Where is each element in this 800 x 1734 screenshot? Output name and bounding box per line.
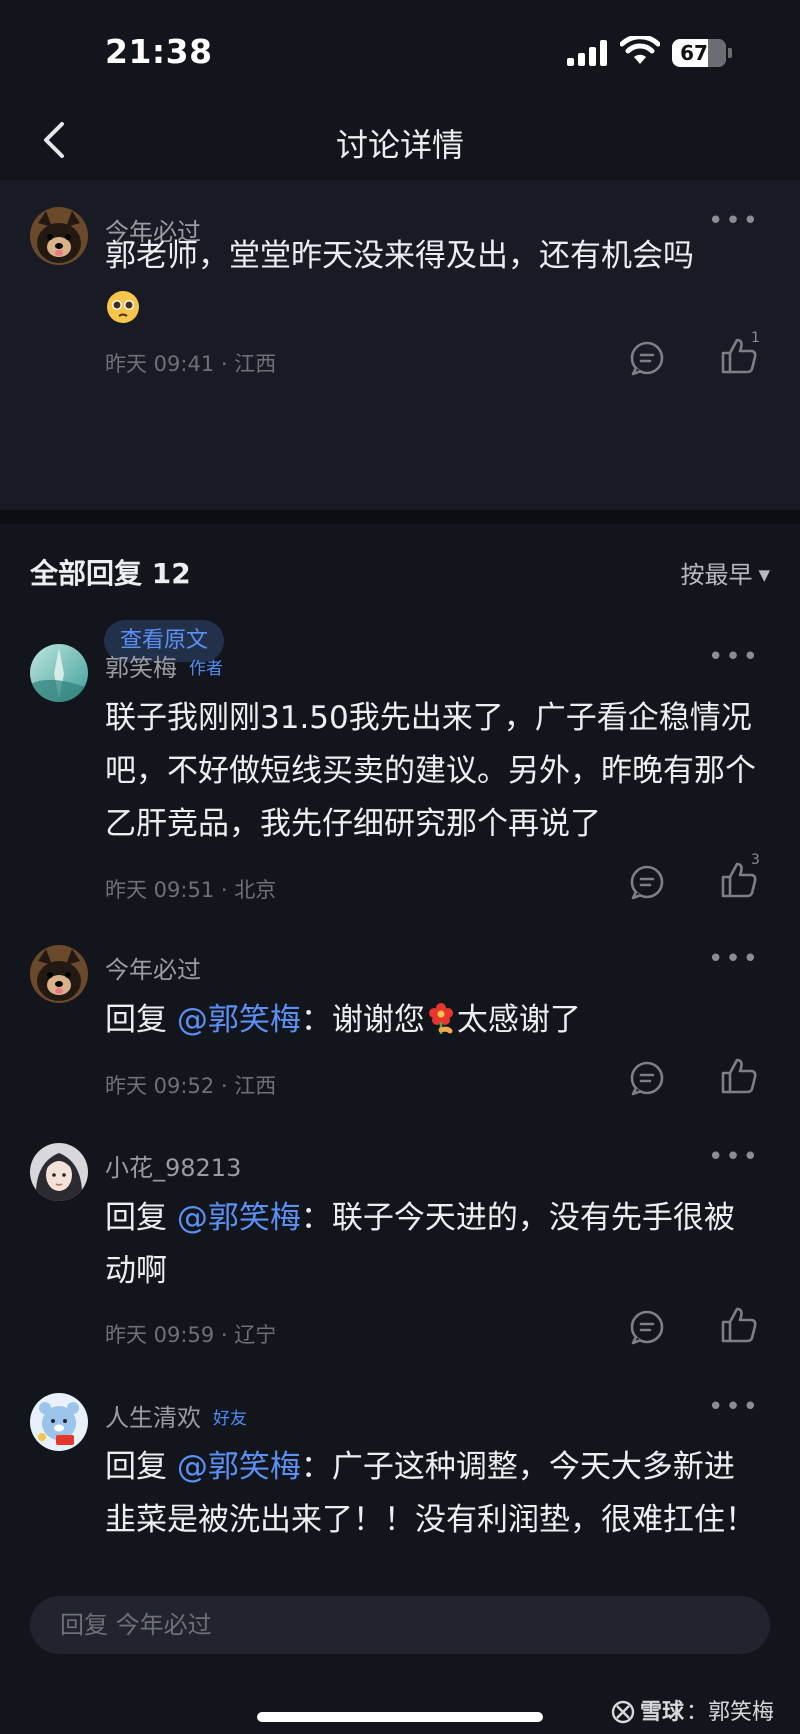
watermark: 雪球：郭笑梅: [610, 1694, 774, 1726]
avatar-cartoon-bear[interactable]: [30, 1393, 88, 1451]
reply-input[interactable]: 回复 今年必过: [30, 1596, 770, 1654]
mention-link[interactable]: @郭笑梅: [177, 1449, 301, 1485]
username[interactable]: 人生清欢 好友: [105, 1398, 247, 1433]
xueqiu-logo-icon: [611, 1700, 635, 1724]
watermark-separator: ：: [685, 1700, 708, 1725]
watermark-brand: 雪球: [639, 1700, 684, 1725]
friend-badge: 好友: [213, 1409, 247, 1429]
home-indicator[interactable]: [257, 1712, 543, 1722]
reply-item: 人生清欢 好友 ••• 回复 @郭笑梅：广子这种调整，今天大多新进韭菜是被洗出来了…: [0, 0, 800, 1592]
reply-text: 回复 @郭笑梅：广子这种调整，今天大多新进韭菜是被洗出来了！！没有利润垫，很难扛…: [105, 1449, 756, 1538]
watermark-author: 郭笑梅: [707, 1700, 774, 1725]
more-options-icon[interactable]: •••: [708, 1392, 760, 1422]
